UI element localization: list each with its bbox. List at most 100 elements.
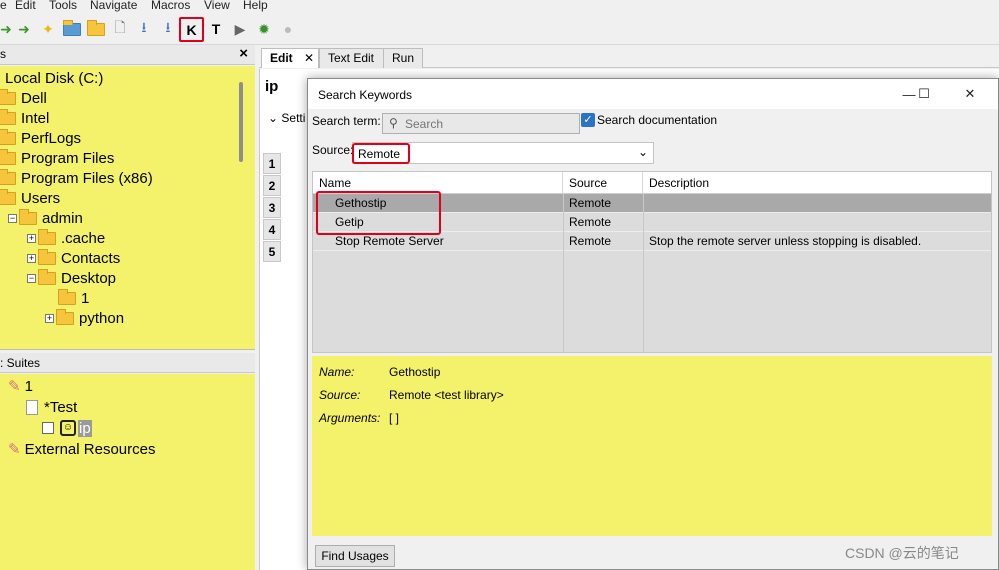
menu-edit[interactable]: Edit — [15, 0, 36, 12]
menu-navigate[interactable]: Navigate — [90, 0, 137, 12]
file-tree-scrollbar[interactable] — [233, 66, 255, 330]
tab-run[interactable]: Run — [383, 48, 423, 68]
tab-text-edit[interactable]: Text Edit — [319, 48, 389, 68]
row-number[interactable]: 2 — [263, 175, 281, 196]
row-number[interactable]: 3 — [263, 197, 281, 218]
panel-title: : Suites — [0, 356, 41, 370]
tree-item-folder[interactable]: Intel — [0, 108, 49, 128]
tree-item-label: PerfLogs — [21, 129, 82, 147]
suite-item[interactable]: ✎ 1 — [8, 376, 33, 396]
row-number[interactable]: 1 — [263, 153, 281, 174]
file-explorer-header: s × — [0, 45, 255, 65]
tree-item-folder[interactable]: − Desktop — [27, 268, 116, 288]
folder-icon — [0, 148, 16, 165]
menu-tools[interactable]: Tools — [49, 0, 77, 12]
tree-item-folder[interactable]: − admin — [8, 208, 83, 228]
cell-source: Remote — [569, 215, 612, 229]
suite-item[interactable]: ✎ External Resources — [8, 439, 155, 459]
detail-arguments-label: Arguments: — [319, 411, 381, 425]
debug-bug-icon[interactable]: ✹ — [254, 19, 274, 39]
search-doc-label: Search documentation — [597, 113, 718, 127]
tree-item-folder[interactable]: Dell — [0, 88, 47, 108]
search-keywords-dialog: Search Keywords — ☐ ✕ Search term: ⚲ ✓ S… — [307, 78, 999, 570]
close-icon[interactable]: × — [239, 45, 248, 62]
tree-item-folder[interactable]: + python — [45, 308, 124, 328]
folder-icon — [38, 228, 56, 245]
tree-item-label: Local Disk (C:) — [5, 69, 104, 87]
dialog-titlebar: Search Keywords — ☐ ✕ — [308, 79, 998, 109]
file-tree-hscroll[interactable] — [0, 330, 255, 350]
column-header-source[interactable]: Source — [563, 172, 643, 194]
suite-item[interactable]: *Test — [26, 397, 77, 417]
scrollbar-thumb[interactable] — [239, 82, 243, 162]
row-number[interactable]: 4 — [263, 219, 281, 240]
folder-icon — [38, 268, 56, 285]
run-icon[interactable]: ▶ — [230, 19, 250, 39]
tree-item-label: Program Files (x86) — [21, 169, 153, 187]
tree-item-label: .cache — [61, 229, 106, 247]
row-number[interactable]: 5 — [263, 241, 281, 262]
folder-icon — [0, 108, 16, 125]
search-input[interactable] — [382, 113, 580, 134]
tree-item-folder[interactable]: PerfLogs — [0, 128, 81, 148]
tree-item-label: Users — [21, 189, 61, 207]
forward-arrow-icon[interactable]: ➜ — [14, 19, 34, 39]
search-doc-checkbox[interactable]: ✓ — [581, 113, 595, 127]
folder-icon — [38, 248, 56, 265]
tree-item-folder[interactable]: 1 — [58, 288, 89, 308]
tree-item-drive[interactable]: Local Disk (C:) — [5, 68, 103, 88]
maximize-icon[interactable]: ☐ — [913, 84, 935, 104]
find-usages-button[interactable]: Find Usages — [315, 545, 395, 567]
tree-item-folder[interactable]: Users — [0, 188, 60, 208]
tree-item-label: Desktop — [61, 269, 117, 287]
dialog-title: Search Keywords — [318, 88, 413, 102]
expand-icon[interactable]: + — [27, 233, 36, 243]
open-directory-icon[interactable] — [86, 19, 106, 39]
file-icon — [26, 399, 38, 415]
close-tab-icon[interactable]: ✕ — [304, 51, 314, 65]
tree-item-folder[interactable]: + .cache — [27, 228, 105, 248]
cell-name: Stop Remote Server — [335, 234, 444, 248]
collapse-icon[interactable]: − — [27, 273, 36, 283]
menu-help[interactable]: Help — [243, 0, 268, 12]
suite-label: 1 — [24, 377, 33, 395]
settings-label: Setti — [281, 111, 306, 125]
settings-toggle[interactable]: ⌄ Setti — [268, 111, 305, 125]
expand-icon[interactable]: + — [27, 253, 36, 263]
open-folder-icon[interactable] — [62, 19, 82, 39]
new-file-icon[interactable]: 🗋 — [110, 19, 130, 39]
watermark: CSDN @云的笔记 — [845, 545, 959, 561]
menu-file[interactable]: e — [0, 0, 7, 12]
robot-icon: ☺ — [60, 420, 76, 436]
tab-edit[interactable]: Edit ✕ — [261, 48, 319, 68]
editor-tabs: Edit ✕ Text Edit Run — [259, 45, 999, 68]
test-case-item[interactable]: ☺ ip — [42, 418, 92, 438]
tree-item-folder[interactable]: Program Files (x86) — [0, 168, 153, 188]
menu-view[interactable]: View — [204, 0, 230, 12]
stop-icon[interactable]: ● — [278, 19, 298, 39]
tree-item-label: Dell — [21, 89, 47, 107]
tree-item-folder[interactable]: + Contacts — [27, 248, 120, 268]
menu-macros[interactable]: Macros — [151, 0, 190, 12]
search-keywords-button[interactable]: K — [179, 17, 204, 42]
cell-source: Remote — [569, 196, 612, 210]
expand-icon[interactable]: + — [45, 313, 54, 323]
folder-icon — [0, 128, 16, 145]
checkbox[interactable] — [42, 422, 54, 434]
search-tests-button[interactable]: T — [206, 19, 226, 39]
save-all-icon[interactable]: ⭳ — [158, 19, 178, 39]
detail-name-value: Gethostip — [389, 365, 441, 379]
tree-item-label: Contacts — [61, 249, 121, 267]
detail-source-label: Source: — [319, 388, 361, 402]
collapse-icon[interactable]: − — [8, 213, 17, 223]
tab-label: Edit — [270, 51, 293, 65]
tree-item-folder[interactable]: Program Files — [0, 148, 114, 168]
close-icon[interactable]: ✕ — [959, 84, 981, 104]
save-icon[interactable]: ⭳ — [134, 19, 154, 39]
tree-item-label: python — [79, 309, 125, 327]
column-header-description[interactable]: Description — [643, 172, 992, 194]
new-project-icon[interactable]: ✦ — [38, 19, 58, 39]
suite-label: External Resources — [24, 440, 156, 458]
search-term-label: Search term: — [312, 114, 381, 128]
tree-item-label: admin — [42, 209, 83, 227]
